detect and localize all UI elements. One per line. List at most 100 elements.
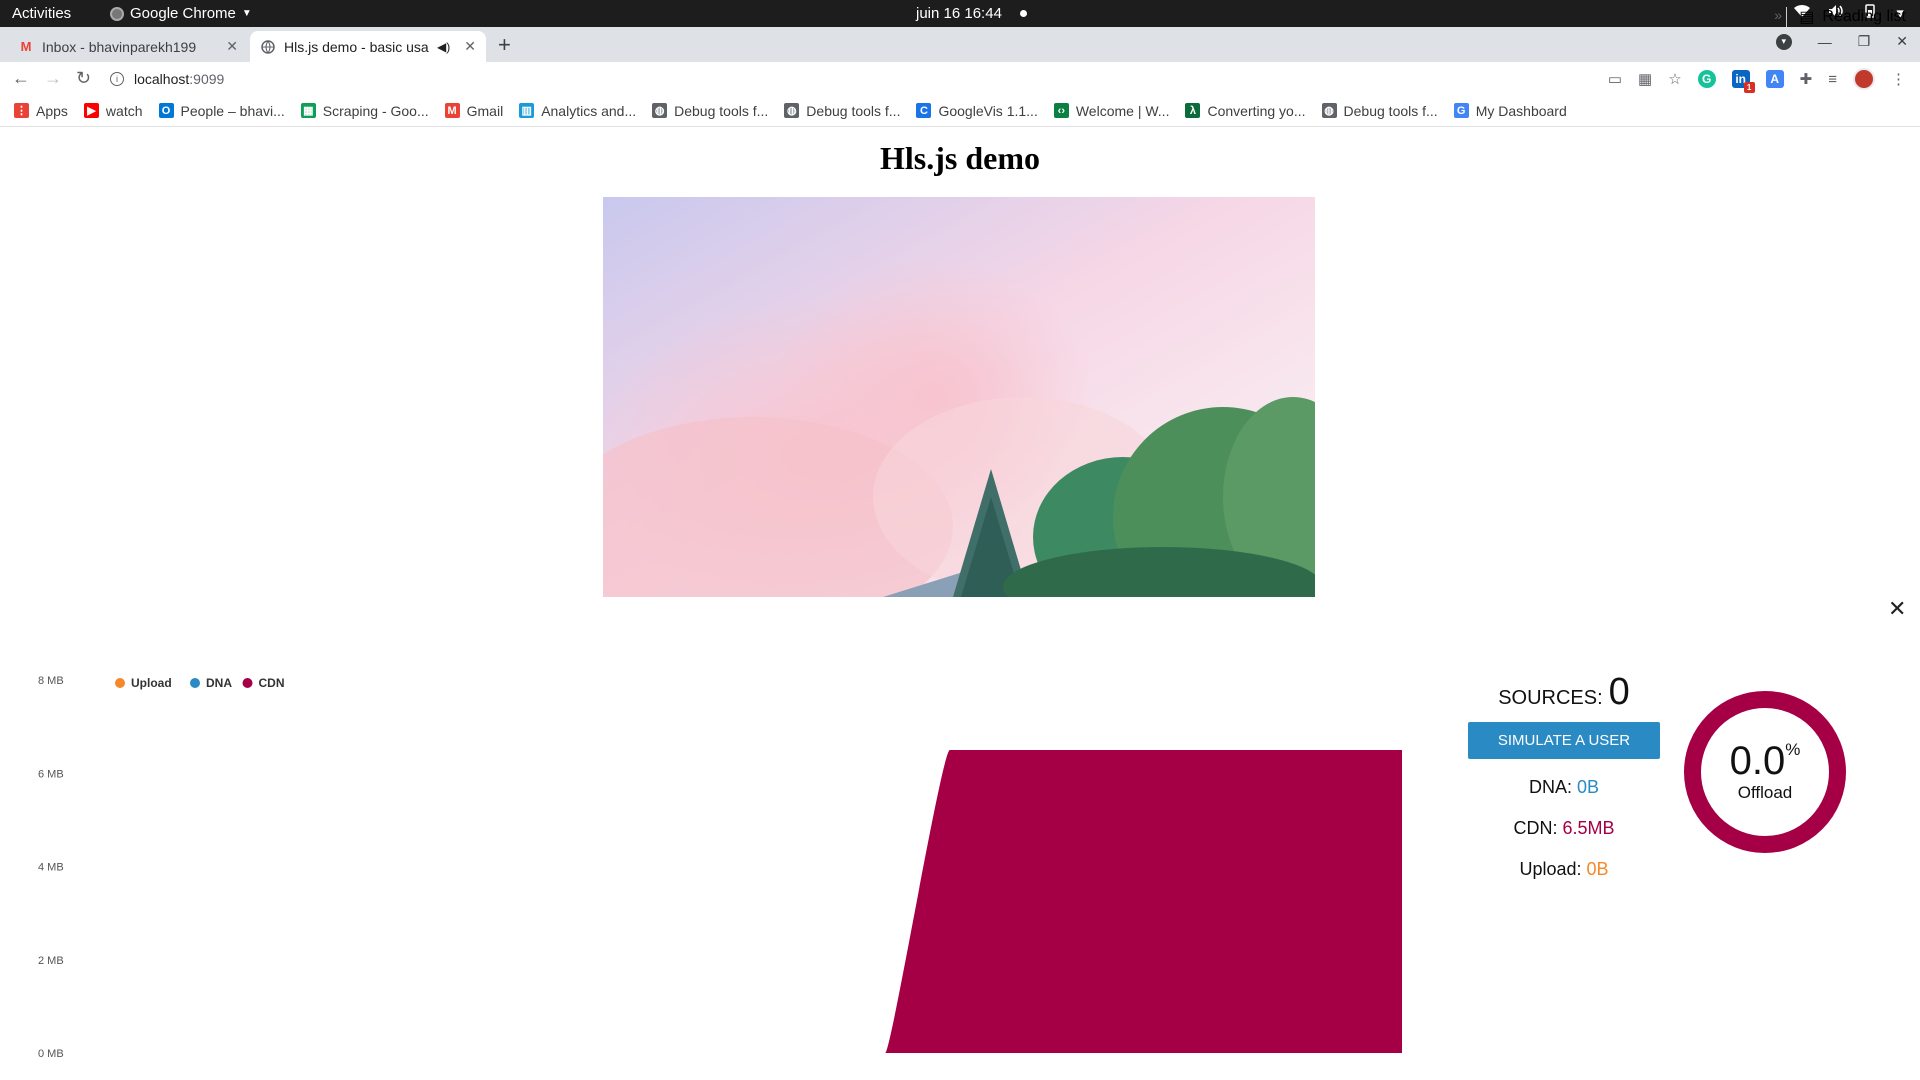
globe-icon: ◍	[1321, 103, 1337, 118]
app-name: Google Chrome	[130, 5, 236, 22]
bookmark-label: watch	[105, 102, 143, 119]
page-title: Hls.js demo	[880, 140, 1040, 176]
lambda-icon: λ	[1185, 103, 1201, 118]
datetime: juin 16 16:44	[916, 5, 1002, 22]
bookmark-item[interactable]: λ Converting yo...	[1185, 103, 1306, 119]
audio-playing-icon[interactable]: ◀)	[437, 40, 450, 54]
bookmark-item[interactable]: G My Dashboard	[1453, 103, 1567, 119]
offload-donut: 0.0% Offload	[1684, 691, 1846, 853]
bookmark-item[interactable]: M Gmail	[444, 102, 504, 119]
bookmark-item[interactable]: O People – bhavi...	[158, 103, 285, 119]
tab-strip: M Inbox - bhavinparekh199 ✕ Hls.js demo …	[0, 27, 1920, 62]
legend-label: Upload	[131, 676, 172, 690]
y-tick-label: 6 MB	[38, 768, 64, 780]
video-player[interactable]	[603, 197, 1315, 597]
bookmark-label: Gmail	[466, 102, 504, 119]
tab-hls-demo[interactable]: Hls.js demo - basic usa ◀) ✕	[250, 31, 486, 62]
tab-inbox[interactable]: M Inbox - bhavinparekh199 ✕	[8, 31, 248, 62]
cdn-value: 6.5MB	[1562, 818, 1615, 838]
reading-list-button[interactable]: ▤ Reading list	[1786, 7, 1906, 27]
qr-code-icon[interactable]: ▦	[1638, 70, 1652, 88]
cast-icon[interactable]: ▭	[1608, 70, 1622, 88]
minimize-button[interactable]: —	[1818, 34, 1832, 50]
legend-marker	[242, 678, 253, 688]
reading-list-icon: ▤	[1799, 9, 1815, 26]
extensions-row: ▭ ▦ ☆ G in 1 A ✚ ≡ ⋮	[1608, 68, 1906, 93]
analytics-icon: ▥	[519, 103, 535, 118]
bookmarks-bar: ⋮ Apps ▶ watch O People – bhavi... ▦ Scraping -…	[0, 95, 1920, 127]
profile-avatar[interactable]	[1853, 68, 1875, 90]
extensions-puzzle-icon[interactable]: ✚	[1800, 70, 1813, 88]
y-tick-label: 4 MB	[38, 862, 64, 874]
cdn-stat: CDN: 6.5MB	[1468, 818, 1660, 843]
cdn-label: CDN:	[1513, 818, 1558, 838]
maximize-button[interactable]: ❐	[1858, 33, 1871, 50]
bookmark-item[interactable]: ▶ watch	[83, 102, 143, 119]
media-control-icon[interactable]: ≡	[1828, 71, 1837, 88]
globe-icon: ◍	[652, 103, 668, 118]
chrome-icon	[110, 6, 124, 21]
page-content: Hls.js demo ✕ 0 MB 2 MB 4 MB 6 MB 8 MB U…	[0, 128, 1920, 1080]
clock[interactable]: juin 16 16:44	[916, 5, 1027, 22]
site-info-icon[interactable]: i	[110, 71, 124, 86]
globe-icon	[260, 39, 276, 55]
translate-extension-icon[interactable]: A	[1765, 70, 1784, 88]
close-tab-icon[interactable]: ✕	[226, 38, 238, 55]
address-bar[interactable]: i localhost:9099	[110, 65, 1610, 92]
gmail-icon: M	[20, 39, 32, 54]
bookmark-item[interactable]: ▦ Scraping - Goo...	[300, 102, 429, 119]
browser-toolbar: ← → ↻ i localhost:9099 ▭ ▦ ☆ G in 1 A ✚ ≡…	[0, 62, 1920, 95]
simulate-user-button[interactable]: SIMULATE A USER	[1468, 722, 1660, 759]
chrome-menu-icon[interactable]: ⋮	[1891, 70, 1906, 88]
system-top-bar: Activities Google Chrome ▼ juin 16 16:44…	[0, 0, 1920, 27]
bookmark-label: GoogleVis 1.1...	[938, 102, 1038, 119]
bookmarks-overflow-button[interactable]: »	[1774, 7, 1782, 23]
grammarly-extension-icon[interactable]: G	[1697, 70, 1716, 88]
stats-panel: SOURCES: 0 SIMULATE A USER DNA: 0B CDN: …	[1468, 671, 1660, 884]
bookmark-item[interactable]: ◍ Debug tools f...	[652, 103, 768, 119]
youtube-icon: ▶	[83, 103, 99, 118]
bookmark-item[interactable]: ‹› Welcome | W...	[1053, 102, 1170, 119]
bookmark-label: Scraping - Goo...	[322, 102, 429, 119]
y-tick-label: 0 MB	[38, 1048, 64, 1060]
tab-search-icon[interactable]: ▾	[1775, 33, 1792, 50]
bookmark-item[interactable]: ◍ Debug tools f...	[784, 103, 900, 119]
bookmark-star-icon[interactable]: ☆	[1668, 70, 1681, 88]
legend-marker	[190, 678, 200, 688]
bandwidth-chart: 0 MB 2 MB 4 MB 6 MB 8 MB Upload DNA CDN	[38, 675, 1402, 1060]
url-host: localhost	[134, 70, 190, 87]
back-button[interactable]: ←	[12, 68, 30, 89]
dna-label: DNA:	[1528, 777, 1572, 797]
offload-percent: 0.0%	[1730, 741, 1801, 781]
bookmark-item[interactable]: ⋮ Apps	[14, 103, 68, 119]
offload-label: Offload	[1737, 783, 1793, 802]
sources-count: 0	[1608, 671, 1630, 713]
new-tab-button[interactable]: +	[498, 32, 511, 58]
gmail-icon: M	[444, 103, 460, 118]
close-stats-button[interactable]: ✕	[1888, 596, 1906, 622]
close-tab-icon[interactable]: ✕	[464, 38, 476, 55]
bookmark-item[interactable]: ◍ Debug tools f...	[1321, 103, 1438, 119]
url-port: :9099	[189, 70, 225, 87]
upload-value: 0B	[1586, 859, 1609, 879]
bookmark-item[interactable]: C GoogleVis 1.1...	[916, 102, 1038, 119]
offload-unit: %	[1785, 740, 1801, 759]
bookmark-label: Welcome | W...	[1075, 102, 1170, 119]
y-tick-label: 8 MB	[38, 675, 64, 687]
linkedin-extension-icon[interactable]: in 1	[1731, 70, 1755, 93]
sheets-icon: ▦	[300, 103, 316, 118]
bookmark-item[interactable]: ▥ Analytics and...	[519, 103, 636, 119]
reload-button[interactable]: ↻	[76, 68, 91, 89]
outlook-icon: O	[158, 103, 174, 118]
google-icon: G	[1453, 103, 1469, 118]
activities-button[interactable]: Activities	[12, 5, 71, 22]
bookmark-label: Apps	[36, 102, 68, 119]
dna-value: 0B	[1577, 777, 1600, 797]
tab-title: Inbox - bhavinparekh199	[42, 38, 197, 55]
c-icon: C	[916, 103, 932, 118]
notification-dot-icon	[1019, 10, 1027, 17]
close-window-button[interactable]: ✕	[1896, 33, 1908, 50]
app-menu[interactable]: Google Chrome ▼	[110, 5, 252, 22]
chevron-down-icon: ▼	[241, 8, 252, 19]
forward-button[interactable]: →	[44, 68, 62, 89]
